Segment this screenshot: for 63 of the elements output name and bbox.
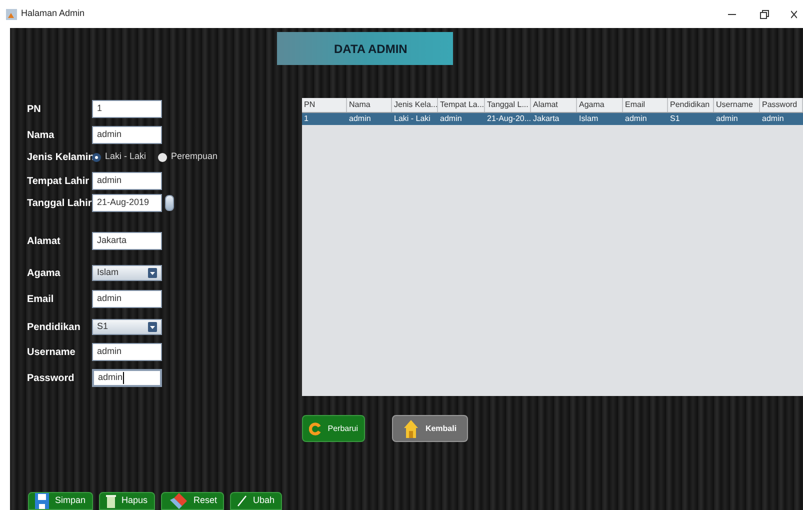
table-cell-text: 21-Aug-20...: [486, 113, 531, 125]
eraser-icon: [168, 492, 188, 510]
column-header[interactable]: Nama: [347, 98, 392, 112]
table-cell-text: S1: [669, 113, 681, 125]
action-button[interactable]: Kembali: [392, 415, 468, 442]
column-header[interactable]: Tanggal L...: [485, 98, 531, 112]
action-button[interactable]: Simpan: [28, 492, 93, 510]
table-row[interactable]: 1 admin Laki - Laki admin 21-Aug-20... Jakarta Islam admin S1 admin admin: [302, 113, 803, 125]
action-button[interactable]: Hapus: [98, 492, 155, 510]
text-field[interactable]: admin: [92, 290, 162, 308]
banner-title: DATA ADMIN: [334, 40, 408, 58]
field-label: Nama: [27, 128, 56, 142]
table-cell-text: admin: [715, 113, 739, 125]
table-cell-text: admin: [348, 113, 372, 125]
window-title: Halaman Admin: [21, 7, 85, 20]
field-label: Email: [27, 292, 55, 306]
column-header[interactable]: Pendidikan: [668, 98, 714, 112]
field-label: Alamat: [27, 234, 62, 248]
field-label: Tanggal Lahir: [27, 196, 92, 210]
text-field[interactable]: admin: [92, 369, 162, 387]
dropdown[interactable]: S1: [92, 319, 162, 335]
text-field[interactable]: 1: [92, 100, 162, 118]
text-field[interactable]: admin: [92, 172, 162, 190]
text-field[interactable]: Jakarta: [92, 232, 162, 250]
table-cell-text: 1: [303, 113, 310, 125]
column-header[interactable]: Email: [623, 98, 668, 112]
close-icon[interactable]: [791, 10, 797, 18]
field-label: Agama: [27, 266, 62, 280]
action-button[interactable]: Perbarui: [302, 415, 365, 442]
text-field[interactable]: admin: [92, 343, 162, 361]
column-header[interactable]: Agama: [577, 98, 623, 112]
column-header[interactable]: Password: [760, 98, 803, 112]
table-cell-text: admin: [439, 113, 463, 125]
spinner-arrows[interactable]: [165, 195, 174, 211]
action-button[interactable]: Reset: [160, 492, 224, 510]
table-cell-text: Jakarta: [532, 113, 560, 125]
field-label: PN: [27, 102, 42, 116]
column-header[interactable]: PN: [302, 98, 347, 112]
date-field[interactable]: 21-Aug-2019: [92, 194, 162, 212]
column-header[interactable]: Username: [714, 98, 760, 112]
refresh-icon: [309, 420, 322, 436]
dropdown[interactable]: Islam: [92, 265, 162, 281]
app-icon: [6, 8, 17, 20]
column-header[interactable]: Jenis Kela...: [392, 98, 438, 112]
action-button[interactable]: Ubah: [230, 492, 282, 510]
table-cell-text: Islam: [578, 113, 600, 125]
pencil-line-icon: [237, 495, 248, 507]
field-label: Tempat Lahir: [27, 174, 90, 188]
radio-button[interactable]: Perempuan: [158, 150, 218, 164]
text-field[interactable]: admin: [92, 126, 162, 144]
restore-icon[interactable]: [760, 10, 769, 18]
table-cell-text: Laki - Laki: [393, 113, 432, 125]
column-header[interactable]: Tempat La...: [438, 98, 485, 112]
field-label: Pendidikan: [27, 320, 82, 334]
field-label: Jenis Kelamin: [27, 150, 92, 164]
table-cell-text: admin: [761, 113, 785, 125]
radio-button[interactable]: Laki - Laki: [92, 150, 146, 164]
house-icon: [403, 418, 420, 438]
trash-icon: [106, 494, 116, 508]
field-label: Username: [27, 346, 76, 360]
field-label: Password: [27, 372, 76, 386]
table-cell-text: admin: [624, 113, 648, 125]
column-header[interactable]: Alamat: [531, 98, 577, 112]
